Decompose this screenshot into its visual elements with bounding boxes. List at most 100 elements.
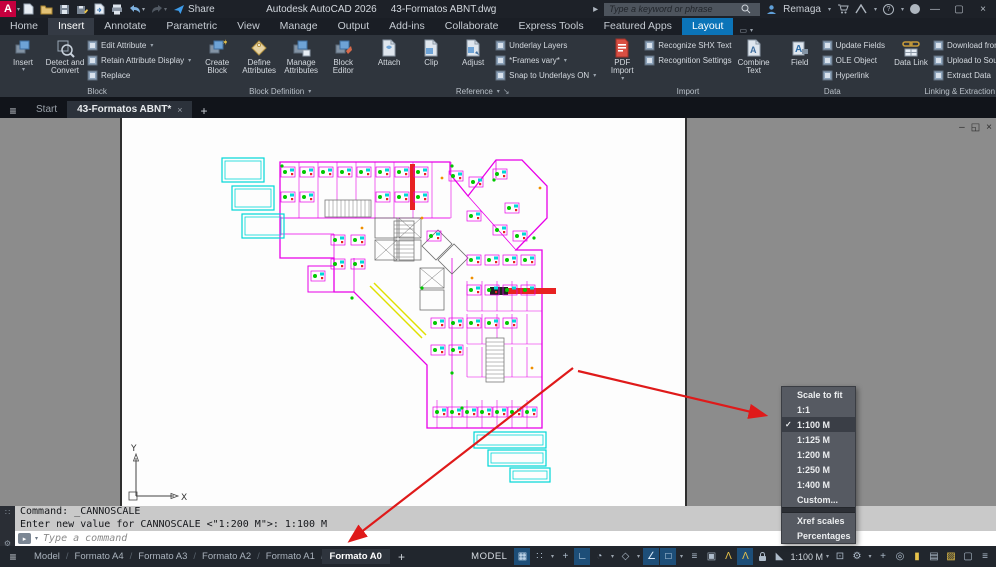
workspace-gear-icon[interactable]: ⚙ (849, 548, 865, 565)
restore-button[interactable]: ▢ (950, 4, 968, 15)
object-snap-caret-icon[interactable]: ▾ (677, 553, 685, 560)
attach-button[interactable]: Attach (369, 37, 409, 67)
close-button[interactable]: × (974, 4, 992, 15)
ribbon-tab-annotate[interactable]: Annotate (94, 18, 156, 35)
ribbon-tab-insert[interactable]: Insert (48, 18, 95, 35)
detect-and-convert-button[interactable]: Detect and Convert (45, 37, 85, 76)
panel-label-reference[interactable]: Reference ▾ ↘ (366, 85, 599, 97)
replace-button[interactable]: Replace (87, 68, 191, 82)
minimize-button[interactable]: — (926, 4, 944, 15)
ribbon-tab-output[interactable]: Output (328, 18, 380, 35)
layout-tab-formato-a3[interactable]: Formato A3 (130, 549, 195, 564)
cart-icon[interactable] (837, 4, 849, 14)
command-history-icon[interactable]: ∷ (5, 508, 10, 517)
field-button[interactable]: A Field (780, 37, 820, 67)
object-snap-icon[interactable]: □ (660, 548, 677, 565)
hardware-acceleration-icon[interactable]: ▤ (926, 548, 942, 565)
panel-launcher-icon[interactable]: ↘ (503, 87, 510, 96)
ribbon-tab-featured-apps[interactable]: Featured Apps (594, 18, 682, 35)
selection-cycling-icon[interactable]: ▣ (703, 548, 719, 565)
autocad-logo-icon[interactable]: A (0, 1, 16, 17)
insert-button[interactable]: Insert ▾ (3, 37, 43, 74)
ribbon-tab-add-ins[interactable]: Add-ins (379, 18, 435, 35)
ribbon-tab-home[interactable]: Home (0, 18, 48, 35)
grid-display-icon[interactable]: ▦ (514, 548, 531, 565)
search-input[interactable] (607, 3, 742, 15)
retain-attribute-display-button[interactable]: Retain Attribute Display ▾ (87, 53, 191, 67)
ribbon-collapse-button[interactable]: ▭ ▾ (739, 26, 753, 35)
clean-screen-icon[interactable]: ▨ (943, 548, 959, 565)
scale-menu-item-custom[interactable]: Custom... (782, 492, 855, 507)
hyperlink-button[interactable]: Hyperlink (822, 68, 885, 82)
layout-paper[interactable]: YX (120, 118, 687, 506)
layout-tab-formato-a4[interactable]: Formato A4 (67, 549, 132, 564)
panel-label-block[interactable]: Block (0, 85, 194, 97)
new-layout-button[interactable]: + (390, 550, 413, 564)
isometric-drafting-icon[interactable]: ◇ (617, 548, 633, 565)
scale-menu-item-1-400-m[interactable]: 1:400 M (782, 477, 855, 492)
fullscreen-icon[interactable]: ▢ (960, 548, 976, 565)
isometric-drafting-caret-icon[interactable]: ▾ (634, 553, 642, 560)
upload-to-source-button[interactable]: Upload to Source (933, 53, 996, 67)
layout-tab-model[interactable]: Model (26, 549, 68, 564)
layout-tab-formato-a1[interactable]: Formato A1 (258, 549, 323, 564)
edit-attribute-caret-icon[interactable]: ▾ (150, 42, 153, 49)
edit-attribute-button[interactable]: Edit Attribute ▾ (87, 38, 191, 52)
download-from-source-button[interactable]: Download from Source (933, 38, 996, 52)
selection-filter-icon[interactable]: ⊡ (832, 548, 848, 565)
export-icon[interactable] (91, 0, 108, 18)
search-box[interactable] (604, 2, 761, 16)
dynamic-input-icon[interactable]: + (557, 548, 573, 565)
snap-mode-icon[interactable]: ∷ (531, 548, 547, 565)
file-tabs-menu-icon[interactable]: ≡ (0, 104, 26, 118)
annotation-monitor-icon[interactable]: + (875, 548, 891, 565)
share-icon[interactable]: Share (170, 0, 218, 18)
redo-icon[interactable]: ▾ (148, 0, 170, 18)
scale-menu-item-1-1[interactable]: 1:1 (782, 402, 855, 417)
underlay-layers-button[interactable]: Underlay Layers (495, 38, 596, 52)
scale-menu-item-percentages[interactable]: Percentages (782, 528, 855, 543)
osnap-tracking-icon[interactable]: ∠ (643, 548, 660, 565)
save-icon[interactable] (56, 0, 73, 18)
define-attributes-button[interactable]: Define Attributes (239, 37, 279, 76)
assistant-icon[interactable] (910, 4, 920, 14)
recognize-shx-text-button[interactable]: Recognize SHX Text (644, 38, 731, 52)
frames-vary-button[interactable]: *Frames vary* ▾ (495, 53, 596, 67)
annotation-scale-icon-icon[interactable]: ◣ (771, 548, 787, 565)
new-file-icon[interactable] (20, 0, 37, 18)
polar-tracking-caret-icon[interactable]: ▾ (608, 553, 616, 560)
panel-label-block-definition[interactable]: Block Definition ▾ (194, 85, 366, 97)
help-icon[interactable]: ? (882, 3, 894, 15)
ui-lock-icon[interactable] (754, 548, 770, 565)
ribbon-tab-layout[interactable]: Layout (681, 18, 734, 35)
file-tab-start[interactable]: Start (26, 101, 67, 118)
user-caret-icon[interactable]: ▾ (828, 6, 831, 13)
customization-icon[interactable]: ≡ (977, 548, 993, 565)
scale-menu-item-1-125-m[interactable]: 1:125 M (782, 432, 855, 447)
clip-button[interactable]: Clip (411, 37, 451, 67)
file-tab-43-formatos-abnt[interactable]: 43-Formatos ABNT* × (67, 101, 193, 118)
workspace-gear-caret-icon[interactable]: ▾ (866, 553, 874, 560)
user-name[interactable]: Remaga (783, 4, 821, 15)
collapse-search-icon[interactable]: ▸ (593, 4, 598, 15)
command-recent-caret-icon[interactable]: ▾ (35, 535, 38, 542)
print-icon[interactable] (108, 0, 126, 18)
layout-tabs-menu-icon[interactable]: ≡ (0, 550, 26, 564)
command-line-grip[interactable]: ∷ ⚙ (0, 506, 15, 550)
ortho-mode-icon[interactable]: ∟ (574, 548, 591, 565)
graphics-performance-icon[interactable]: ▮ (909, 548, 925, 565)
user-icon[interactable] (766, 4, 777, 15)
frames-vary-caret-icon[interactable]: ▾ (564, 57, 567, 64)
pdf-import-caret-icon[interactable]: ▾ (621, 76, 624, 82)
extract-data-button[interactable]: Extract Data (933, 68, 996, 82)
open-folder-icon[interactable] (37, 0, 56, 18)
annotation-visibility-icon[interactable]: Λ (720, 548, 736, 565)
adjust-button[interactable]: Adjust (453, 37, 493, 67)
command-prompt-icon[interactable]: ▸ (18, 533, 31, 544)
help-caret-icon[interactable]: ▾ (901, 6, 904, 13)
scale-menu-item-scale-to-fit[interactable]: Scale to fit (782, 387, 855, 402)
layout-tab-formato-a0[interactable]: Formato A0 (321, 549, 390, 564)
scale-menu-item-xref-scales[interactable]: Xref scales (782, 513, 855, 528)
scale-menu-item-1-100-m[interactable]: ✓ 1:100 M (782, 417, 855, 432)
update-fields-button[interactable]: Update Fields (822, 38, 885, 52)
